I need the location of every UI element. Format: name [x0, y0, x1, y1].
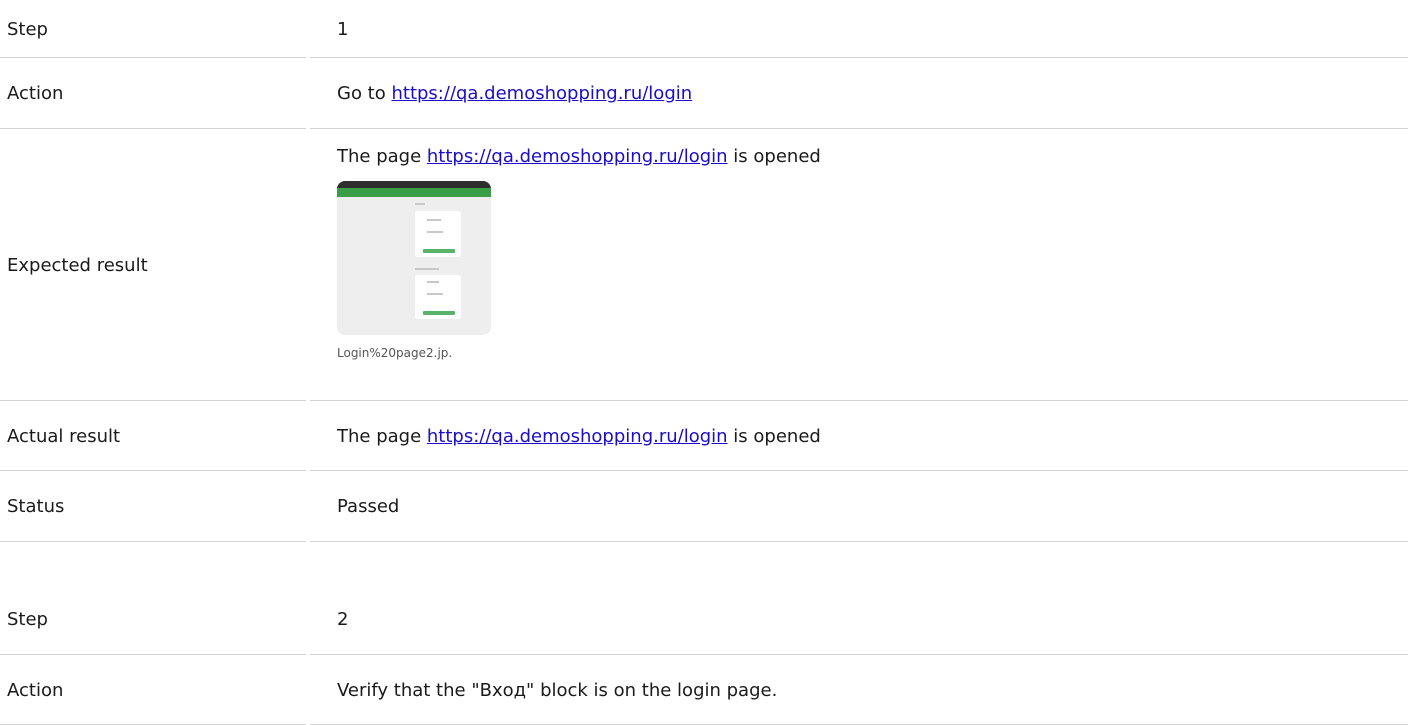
action-prefix: Go to [337, 83, 392, 104]
thumbnail-header-bar [337, 181, 491, 188]
attachment-caption: Login%20page2.jp. [337, 346, 453, 360]
attachment-thumbnail[interactable] [337, 181, 491, 335]
thumbnail-button [423, 311, 455, 315]
step-row: Step 2 [0, 583, 1408, 655]
action-label: Action [7, 83, 64, 104]
action-value: Go to https://qa.demoshopping.ru/login [337, 83, 1408, 104]
step-row: Step 1 [0, 0, 1408, 58]
action-label: Action [7, 679, 64, 701]
action-value: Verify that the "Вход" block is on the l… [337, 679, 778, 701]
actual-result-value: The page https://qa.demoshopping.ru/logi… [337, 426, 1408, 447]
expected-login-link[interactable]: https://qa.demoshopping.ru/login [427, 146, 728, 167]
status-label: Status [7, 496, 65, 517]
step-number: 1 [337, 18, 349, 40]
thumbnail-line [427, 293, 443, 295]
expected-result-value: The page https://qa.demoshopping.ru/logi… [337, 129, 1408, 360]
thumbnail-line [415, 268, 439, 270]
actual-suffix: is opened [727, 425, 821, 447]
test-steps-table: Step 1 Action Go to https://qa.demoshopp… [0, 0, 1408, 725]
actual-result-row: Actual result The page https://qa.demosh… [0, 401, 1408, 471]
expected-suffix: is opened [727, 146, 821, 167]
thumbnail-line [427, 281, 439, 283]
step-separator [0, 542, 1408, 583]
expected-result-row: Expected result The page https://qa.demo… [0, 129, 1408, 401]
actual-login-link[interactable]: https://qa.demoshopping.ru/login [427, 426, 728, 447]
thumbnail-button [423, 249, 455, 253]
expected-result-label: Expected result [7, 254, 148, 276]
expected-prefix: The page [337, 146, 427, 167]
thumbnail-line [427, 219, 441, 221]
step-label: Step [7, 608, 48, 630]
expected-result-text: The page https://qa.demoshopping.ru/logi… [337, 146, 1408, 167]
thumbnail-accent-bar [337, 188, 491, 197]
action-row: Action Go to https://qa.demoshopping.ru/… [0, 58, 1408, 129]
thumbnail-line [427, 231, 443, 233]
status-row: Status Passed [0, 471, 1408, 542]
action-login-link[interactable]: https://qa.demoshopping.ru/login [391, 83, 692, 104]
actual-prefix: The page [337, 425, 427, 447]
actual-result-label: Actual result [7, 425, 121, 447]
status-value: Passed [337, 496, 400, 517]
action-row: Action Verify that the "Вход" block is o… [0, 655, 1408, 725]
step-number: 2 [337, 608, 349, 630]
thumbnail-line [415, 203, 425, 205]
step-label: Step [7, 18, 48, 40]
